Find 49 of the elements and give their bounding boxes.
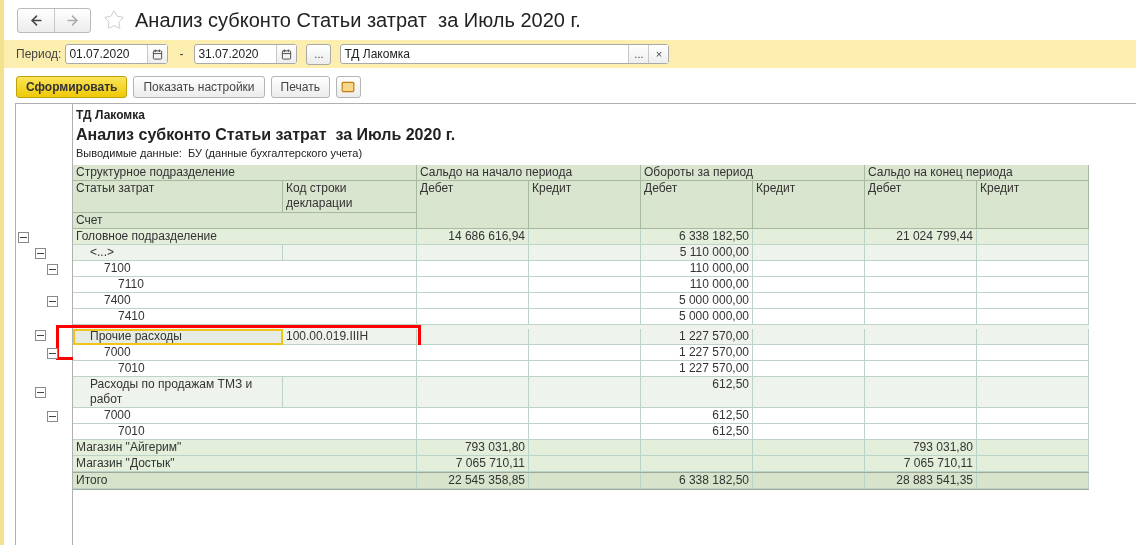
column-header: Обороты за период xyxy=(641,165,865,181)
column-header: Кредит xyxy=(753,181,865,229)
column-header: Сальдо на начало периода xyxy=(417,165,641,181)
toolbar-button[interactable]: Показать настройки xyxy=(133,76,265,98)
envelope-icon xyxy=(341,80,356,94)
amount-cell: 28 883 541,35 xyxy=(865,473,977,489)
column-header: Счет xyxy=(73,213,417,229)
clear-button[interactable]: × xyxy=(648,45,669,63)
date-field[interactable]: 31.07.2020 xyxy=(194,44,298,64)
period-label: Период: xyxy=(16,47,62,61)
organization-field[interactable]: ТД Лакомка ... × xyxy=(340,44,670,64)
column-header: Статьи затрат xyxy=(73,181,283,213)
table-cell[interactable]: 7410 xyxy=(73,309,417,325)
column-header: Дебет xyxy=(417,181,529,229)
select-button[interactable]: ... xyxy=(628,45,649,63)
period-button[interactable]: ... xyxy=(306,43,332,65)
generate-button[interactable]: Сформировать xyxy=(16,76,128,98)
collapse-icon[interactable] xyxy=(47,347,58,359)
output-text: Выводимые данные: БУ (данные бухгалтерского учета) xyxy=(75,146,364,161)
collapse-icon[interactable] xyxy=(35,329,46,341)
column-header: Код строки декларации xyxy=(283,181,417,213)
calendar-icon[interactable] xyxy=(147,45,168,63)
table-cell[interactable]: Итого xyxy=(73,473,417,489)
collapse-icon[interactable] xyxy=(47,410,58,422)
separator-text: - xyxy=(179,47,184,61)
collapse-icon[interactable] xyxy=(18,231,29,243)
table-cell[interactable]: Прочие расходы xyxy=(73,329,283,345)
collapse-icon[interactable] xyxy=(47,295,58,307)
calendar-icon[interactable] xyxy=(276,45,297,63)
column-header: Структурное подразделение xyxy=(73,165,417,181)
column-header: Кредит xyxy=(529,181,641,229)
collapse-icon[interactable] xyxy=(35,387,46,398)
arrow-left-icon xyxy=(28,12,44,28)
column-header: Дебет xyxy=(641,181,753,229)
amount-cell: 22 545 358,85 xyxy=(417,473,529,489)
toolbar-button[interactable]: Печать xyxy=(270,76,330,98)
column-header: Кредит xyxy=(977,181,1089,229)
report-title: Анализ субконто Статьи затрат за Июль 2020 г. xyxy=(75,125,457,145)
column-header: Дебет xyxy=(865,181,977,229)
star-icon[interactable] xyxy=(103,9,125,31)
window-title: Анализ субконто Статьи затрат за Июль 2020 г. xyxy=(135,8,581,32)
company-name: ТД Лакомка xyxy=(75,107,146,124)
collapse-icon[interactable] xyxy=(35,247,46,259)
arrow-right-icon xyxy=(65,12,80,28)
date-field[interactable]: 01.07.2020 xyxy=(65,44,169,64)
mail-button[interactable] xyxy=(335,76,361,98)
amount-cell: 6 338 182,50 xyxy=(641,473,753,489)
column-header: Сальдо на конец периода xyxy=(865,165,1089,181)
collapse-icon[interactable] xyxy=(47,263,58,275)
